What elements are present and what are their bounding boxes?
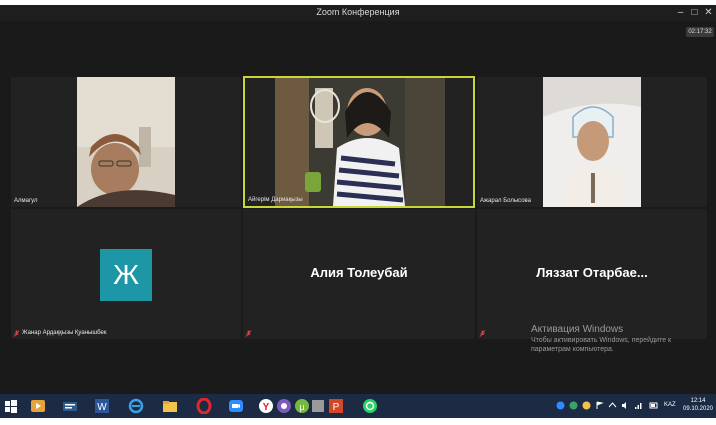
- internet-explorer-icon[interactable]: [128, 398, 144, 414]
- participant-name: Жанар Ардаққызы Қуанышбек: [22, 330, 107, 336]
- battery-icon[interactable]: [649, 401, 658, 410]
- participant-video: [543, 77, 641, 207]
- watermark-title: Активация Windows: [531, 324, 624, 335]
- network-icon[interactable]: [634, 401, 643, 410]
- muted-mic-icon: [479, 330, 486, 337]
- muted-mic-icon: [245, 330, 252, 337]
- chevron-up-icon[interactable]: [608, 401, 617, 410]
- participant-display-name: Алия Толеубай: [310, 265, 408, 280]
- maximize-button[interactable]: □: [688, 6, 701, 19]
- tray-app-icon[interactable]: [569, 401, 578, 410]
- participant-tile[interactable]: Алмагул: [11, 77, 241, 207]
- whatsapp-icon[interactable]: [362, 398, 378, 414]
- yandex-browser-icon[interactable]: Y: [258, 398, 274, 414]
- participant-name: Алмагул: [14, 198, 38, 204]
- clock[interactable]: 12:14 09.10.2020: [680, 397, 716, 413]
- clock-date: 09.10.2020: [682, 406, 714, 412]
- participant-tile[interactable]: Ж Жанар Ардаққызы Қуанышбек: [11, 209, 241, 339]
- powerpoint-icon[interactable]: P: [328, 398, 344, 414]
- app-icon[interactable]: [310, 398, 326, 414]
- participant-tile-active-speaker[interactable]: Айгерім Дариақызы: [243, 76, 475, 208]
- word-icon[interactable]: W: [94, 398, 110, 414]
- windows-activation-watermark: Активация Windows Чтобы активировать Win…: [531, 324, 711, 354]
- participant-name: Айгерім Дариақызы: [248, 197, 303, 203]
- utorrent-icon[interactable]: µ: [294, 398, 310, 414]
- flag-icon[interactable]: [595, 401, 604, 410]
- keyboard-language[interactable]: KAZ: [664, 402, 676, 408]
- muted-mic-icon: [13, 330, 20, 337]
- participant-avatar: Ж: [100, 249, 152, 301]
- minimize-button[interactable]: –: [674, 6, 687, 19]
- svg-text:µ: µ: [299, 402, 304, 412]
- participant-video: [77, 77, 175, 207]
- participant-tile[interactable]: Ляззат Отарбае...: [477, 209, 707, 339]
- participant-tile[interactable]: Алия Толеубай: [243, 209, 475, 339]
- participant-video: [275, 78, 445, 206]
- title-bar[interactable]: Zoom Конференция – □ ✕: [0, 5, 716, 21]
- media-player-icon[interactable]: [30, 398, 46, 414]
- file-explorer-icon[interactable]: [162, 398, 178, 414]
- tray-app-icon[interactable]: [556, 401, 565, 410]
- screen: Zoom Конференция – □ ✕ 02:17:32 Алмагул: [0, 0, 716, 425]
- participant-tile[interactable]: Ажарал Болысова: [477, 77, 707, 207]
- watermark-line: Чтобы активировать Windows, перейдите к: [531, 337, 672, 344]
- window-title: Zoom Конференция: [316, 7, 400, 17]
- opera-icon[interactable]: [196, 398, 212, 414]
- meeting-timer: 02:17:32: [686, 27, 714, 37]
- watermark-line: параметрам компьютера.: [531, 346, 614, 353]
- tray-app-icon[interactable]: [582, 401, 591, 410]
- participant-name: Ажарал Болысова: [480, 198, 532, 204]
- volume-icon[interactable]: [621, 401, 630, 410]
- participant-display-name: Ляззат Отарбае...: [536, 265, 648, 280]
- svg-text:W: W: [97, 402, 107, 413]
- clock-time: 12:14: [690, 398, 706, 404]
- zoom-icon[interactable]: [228, 398, 244, 414]
- svg-text:P: P: [333, 402, 340, 413]
- windows-start-icon[interactable]: [3, 398, 19, 414]
- viber-icon[interactable]: [276, 398, 292, 414]
- svg-text:Y: Y: [263, 402, 270, 413]
- taskbar: W Y µ P KAZ 12:14 09.10.2020: [0, 394, 716, 418]
- app-icon[interactable]: [62, 398, 78, 414]
- close-button[interactable]: ✕: [702, 6, 715, 19]
